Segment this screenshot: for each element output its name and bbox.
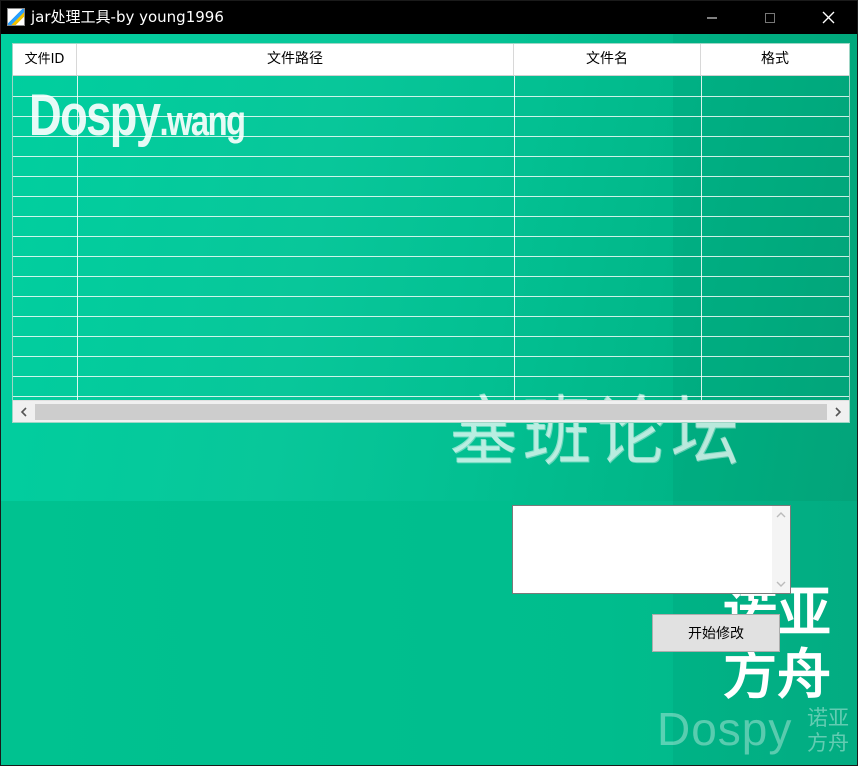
minimize-button[interactable] [689,1,735,34]
column-gridline [77,76,78,400]
row-gridline [13,176,849,177]
row-gridline [13,196,849,197]
log-textarea[interactable] [512,505,791,594]
title-bar[interactable]: jar处理工具-by young1996 [1,1,857,34]
row-gridline [13,136,849,137]
scroll-right-button[interactable] [827,401,849,422]
row-gridline [13,156,849,157]
app-window: jar处理工具-by young1996 Dospy.wang 塞班论坛 诺亚方… [0,0,858,766]
window-title: jar处理工具-by young1996 [31,8,224,26]
row-gridline [13,316,849,317]
maximize-button[interactable] [747,1,793,34]
column-header-file-path[interactable]: 文件路径 [77,44,514,75]
close-button[interactable] [805,1,851,34]
file-table[interactable]: 文件ID 文件路径 文件名 格式 [12,43,850,423]
client-area: Dospy.wang 塞班论坛 诺亚 方舟 Dospy 诺亚 方舟 文件ID 文件路… [1,34,857,765]
table-header: 文件ID 文件路径 文件名 格式 [13,44,849,76]
noah-ark-small-watermark: 诺亚 方舟 [807,706,849,756]
column-header-format[interactable]: 格式 [701,44,849,75]
scroll-left-button[interactable] [13,401,35,422]
table-body[interactable] [13,76,849,400]
horizontal-scroll-thumb[interactable] [35,404,827,420]
row-gridline [13,276,849,277]
chevron-right-icon [835,407,842,417]
row-gridline [13,256,849,257]
chevron-down-icon [776,581,786,587]
row-gridline [13,396,849,397]
minimize-icon [707,17,717,18]
app-icon [7,8,25,26]
horizontal-scrollbar[interactable] [13,400,849,422]
start-modify-button[interactable]: 开始修改 [652,614,780,652]
dospy-logo-watermark: Dospy [657,703,793,755]
scroll-down-button[interactable] [772,576,790,593]
maximize-icon [765,12,775,23]
row-gridline [13,296,849,297]
chevron-up-icon [776,512,786,518]
chevron-left-icon [20,407,27,417]
column-gridline [514,76,515,400]
noah-ark-big-line2: 方舟 [723,643,831,706]
row-gridline [13,236,849,237]
row-gridline [13,336,849,337]
scroll-up-button[interactable] [772,506,790,523]
row-gridline [13,96,849,97]
column-header-file-name[interactable]: 文件名 [514,44,701,75]
row-gridline [13,356,849,357]
row-gridline [13,116,849,117]
column-header-file-id[interactable]: 文件ID [13,44,77,75]
row-gridline [13,376,849,377]
row-gridline [13,216,849,217]
vertical-scrollbar[interactable] [772,506,790,593]
column-gridline [701,76,702,400]
noah-ark-small-line1: 诺亚 [807,706,849,730]
noah-ark-small-line2: 方舟 [807,731,849,755]
close-icon [822,11,834,24]
